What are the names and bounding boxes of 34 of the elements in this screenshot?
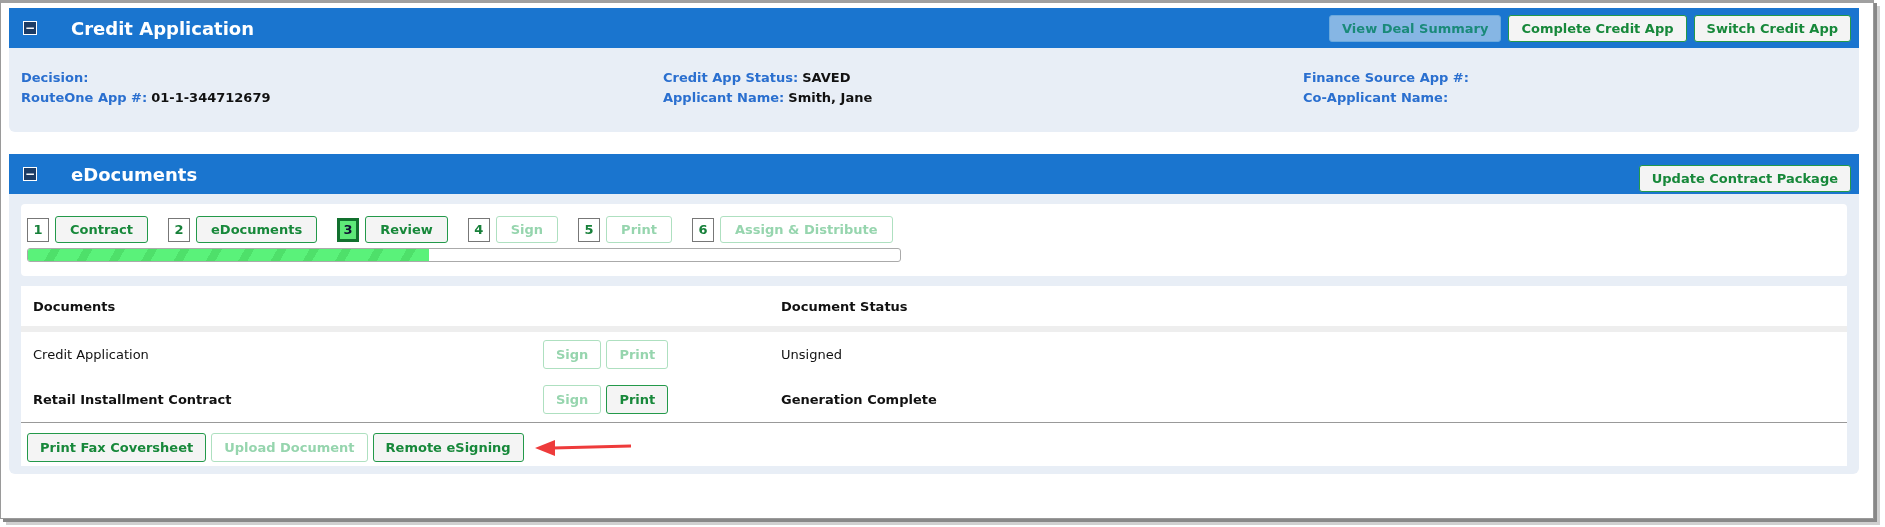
field-label: Applicant Name:: [663, 90, 785, 105]
field-label: RouteOne App #:: [21, 90, 148, 105]
step-tab[interactable]: Review: [365, 216, 448, 243]
step-number: 1: [27, 217, 49, 242]
step-number: 3: [337, 217, 360, 242]
row-action-button[interactable]: Print: [606, 385, 669, 414]
panel-title: Credit Application: [71, 17, 255, 39]
header-button[interactable]: Complete Credit App: [1508, 14, 1687, 42]
document-name: Credit Application: [32, 347, 150, 362]
column-header: Documents: [32, 298, 117, 314]
collapse-button[interactable]: −: [23, 21, 37, 35]
field-value: Smith, Jane: [788, 90, 873, 105]
step-tab[interactable]: eDocuments: [196, 216, 318, 243]
document-status: Unsigned: [781, 347, 842, 362]
footer-button[interactable]: Print Fax Coversheet: [27, 433, 207, 462]
column-header: Document Status: [781, 298, 908, 314]
step-number: 6: [692, 217, 714, 242]
field-label: Decision:: [21, 70, 89, 85]
panel-title: eDocuments: [71, 163, 198, 185]
footer-button[interactable]: Remote eSigning: [372, 433, 524, 462]
field-value: SAVED: [802, 70, 851, 85]
field-label: Co-Applicant Name:: [1303, 90, 1449, 105]
step-number: 4: [467, 217, 490, 242]
header-button[interactable]: Switch Credit App: [1693, 14, 1851, 42]
field-label: Finance Source App #:: [1303, 70, 1469, 85]
header-button[interactable]: Update Contract Package: [1638, 164, 1851, 192]
collapse-button[interactable]: −: [23, 167, 37, 181]
step-tab[interactable]: Contract: [55, 216, 149, 243]
step-number: 5: [578, 217, 601, 242]
field-label: Credit App Status:: [663, 70, 799, 85]
document-status: Generation Complete: [781, 392, 937, 407]
step-number: 2: [168, 217, 191, 242]
field-value: 01-1-344712679: [151, 90, 271, 105]
document-name: Retail Installment Contract: [32, 392, 233, 407]
